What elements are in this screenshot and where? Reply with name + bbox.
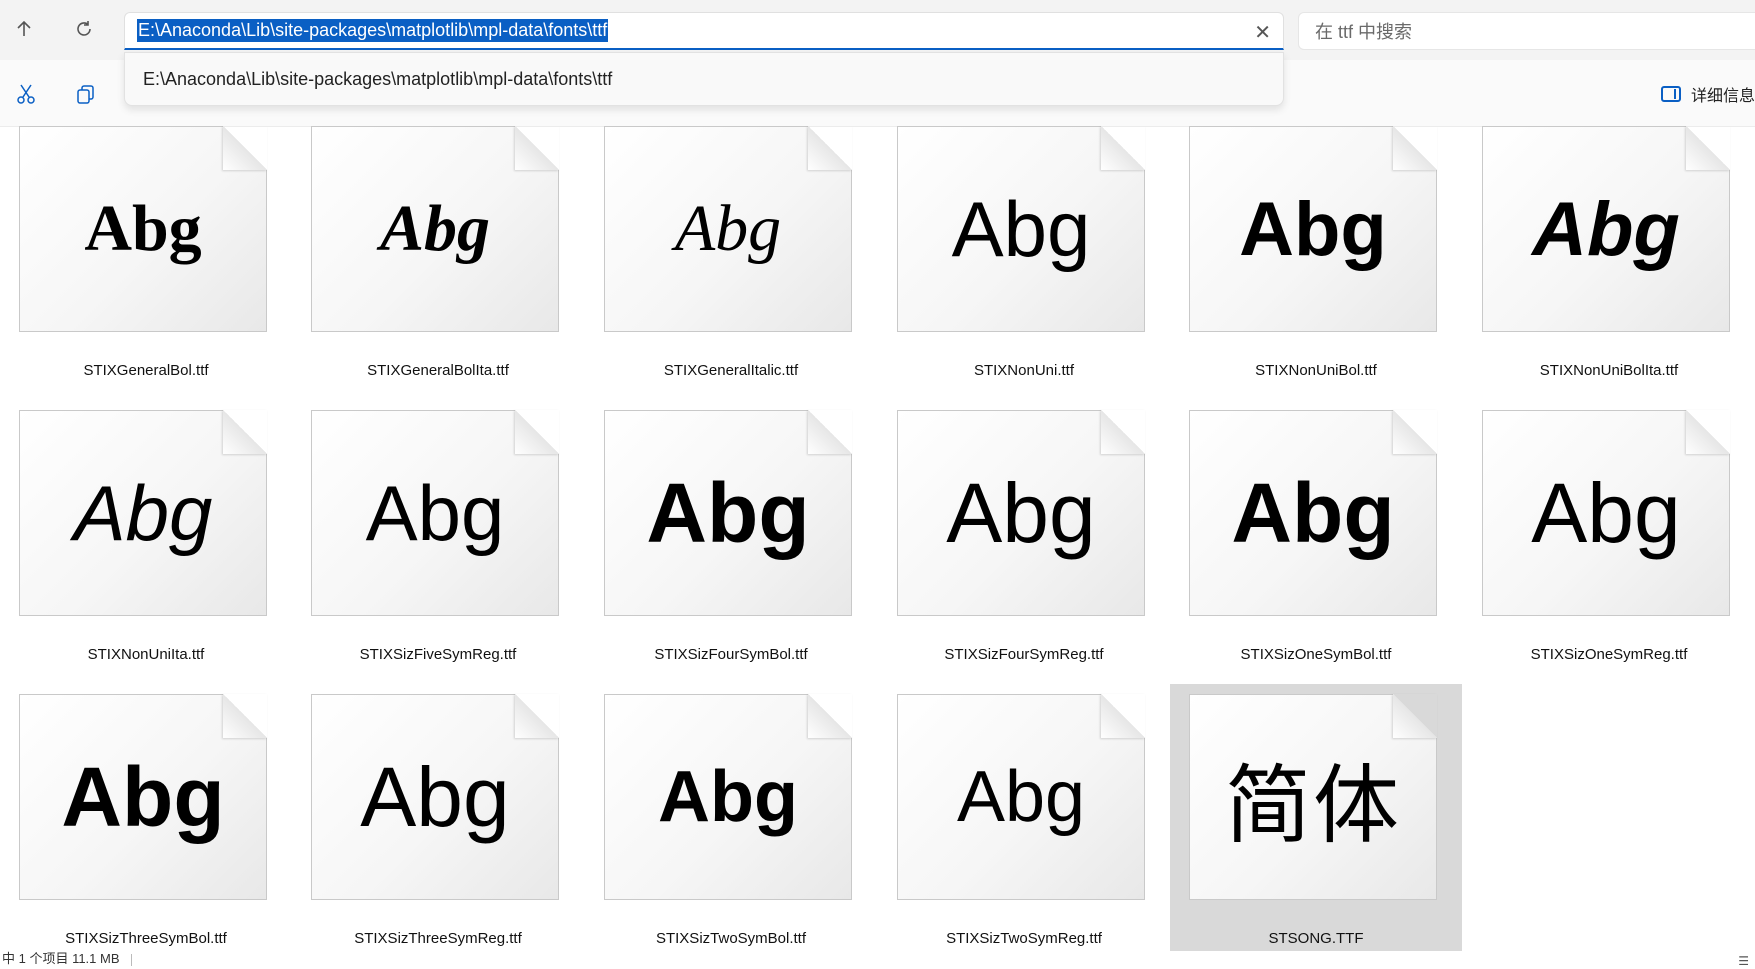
font-preview: Abg bbox=[646, 465, 810, 560]
font-preview: Abg bbox=[1531, 465, 1681, 560]
address-bar[interactable]: E:\Anaconda\Lib\site-packages\matplotlib… bbox=[124, 12, 1284, 50]
file-item[interactable]: 简体 STSONG.TTF bbox=[1170, 684, 1462, 951]
address-suggestion[interactable]: E:\Anaconda\Lib\site-packages\matplotlib… bbox=[124, 52, 1284, 106]
font-preview: Abg bbox=[360, 749, 510, 844]
file-name: STIXGeneralBol.ttf bbox=[83, 362, 209, 379]
file-grid: Abg STIXGeneralBol.ttf Abg STIXGeneralBolIt… bbox=[0, 126, 1755, 951]
address-area: E:\Anaconda\Lib\site-packages\matplotlib… bbox=[0, 0, 1755, 60]
close-icon[interactable]: ✕ bbox=[1254, 20, 1271, 45]
file-name: STIXSizTwoSymBol.ttf bbox=[655, 930, 807, 947]
font-preview: Abg bbox=[365, 468, 505, 557]
search-input[interactable]: 在 ttf 中搜索 bbox=[1298, 12, 1755, 50]
suggestion-text: E:\Anaconda\Lib\site-packages\matplotlib… bbox=[143, 68, 613, 89]
details-button[interactable]: 详细信息 bbox=[1660, 82, 1755, 106]
copy-icon bbox=[75, 83, 97, 110]
file-item[interactable]: Abg STIXGeneralItalic.ttf bbox=[585, 126, 877, 400]
file-name: STIXNonUniIta.ttf bbox=[87, 646, 205, 663]
file-item[interactable]: Abg STIXNonUniBol.ttf bbox=[1170, 126, 1462, 400]
font-preview: Abg bbox=[1239, 186, 1387, 272]
file-item[interactable]: Abg STIXSizThreeSymBol.ttf bbox=[0, 684, 292, 951]
font-preview: Abg bbox=[956, 757, 1086, 837]
file-item[interactable]: Abg STIXSizFourSymBol.ttf bbox=[585, 400, 877, 684]
arrow-up-icon bbox=[15, 20, 33, 44]
file-name: STIXSizOneSymBol.ttf bbox=[1240, 646, 1392, 663]
font-preview: 简体 bbox=[1225, 755, 1401, 856]
file-item[interactable]: Abg STIXGeneralBol.ttf bbox=[0, 126, 292, 400]
file-item[interactable]: Abg STIXSizThreeSymReg.ttf bbox=[292, 684, 584, 951]
status-selection: 中 1 个项目 11.1 MB bbox=[2, 951, 120, 966]
file-name: STIXSizFourSymReg.ttf bbox=[944, 646, 1104, 663]
file-name: STIXNonUniBol.ttf bbox=[1255, 362, 1377, 379]
file-name: STSONG.TTF bbox=[1268, 930, 1364, 947]
details-label: 详细信息 bbox=[1690, 88, 1755, 105]
font-preview: Abg bbox=[658, 757, 798, 837]
file-item[interactable]: Abg STIXNonUniIta.ttf bbox=[0, 400, 292, 684]
refresh-button[interactable] bbox=[66, 14, 102, 50]
font-preview: Abg bbox=[61, 749, 225, 844]
file-item[interactable]: Abg STIXGeneralBolIta.ttf bbox=[292, 126, 584, 400]
details-pane-icon bbox=[1660, 86, 1681, 102]
font-preview: Abg bbox=[84, 192, 202, 265]
file-name: STIXSizThreeSymBol.ttf bbox=[65, 930, 227, 947]
file-item[interactable]: Abg STIXNonUni.ttf bbox=[878, 126, 1170, 400]
font-preview: Abg bbox=[379, 192, 491, 265]
cut-button[interactable] bbox=[12, 82, 40, 110]
file-name: STIXNonUniBolIta.ttf bbox=[1539, 362, 1679, 379]
font-preview: Abg bbox=[1231, 465, 1395, 560]
font-preview: Abg bbox=[951, 184, 1091, 273]
file-name: STIXSizFiveSymReg.ttf bbox=[359, 646, 517, 663]
file-name: STIXGeneralItalic.ttf bbox=[663, 362, 799, 379]
scissors-icon bbox=[15, 83, 37, 110]
search-placeholder: 在 ttf 中搜索 bbox=[1315, 22, 1413, 42]
file-name: STIXNonUni.ttf bbox=[973, 362, 1075, 379]
font-preview: Abg bbox=[1532, 186, 1680, 272]
file-name: STIXSizTwoSymReg.ttf bbox=[946, 930, 1102, 947]
file-item[interactable]: Abg STIXSizTwoSymBol.ttf bbox=[585, 684, 877, 951]
file-name: STIXGeneralBolIta.ttf bbox=[367, 362, 509, 379]
refresh-icon bbox=[75, 20, 93, 44]
up-button[interactable] bbox=[6, 14, 42, 50]
file-item[interactable]: Abg STIXSizOneSymReg.ttf bbox=[1463, 400, 1755, 684]
font-preview: Abg bbox=[674, 192, 782, 265]
font-preview: Abg bbox=[73, 468, 213, 557]
file-name: STIXSizFourSymBol.ttf bbox=[654, 646, 808, 663]
font-preview: Abg bbox=[946, 465, 1096, 560]
file-item[interactable]: Abg STIXSizTwoSymReg.ttf bbox=[878, 684, 1170, 951]
file-item[interactable]: Abg STIXNonUniBolIta.ttf bbox=[1463, 126, 1755, 400]
file-name: STIXSizThreeSymReg.ttf bbox=[354, 930, 522, 947]
file-item[interactable]: Abg STIXSizFiveSymReg.ttf bbox=[292, 400, 584, 684]
file-name: STIXSizOneSymReg.ttf bbox=[1530, 646, 1688, 663]
address-path[interactable]: E:\Anaconda\Lib\site-packages\matplotlib… bbox=[137, 19, 609, 42]
copy-button[interactable] bbox=[72, 82, 100, 110]
file-item[interactable]: Abg STIXSizFourSymReg.ttf bbox=[878, 400, 1170, 684]
file-item[interactable]: Abg STIXSizOneSymBol.ttf bbox=[1170, 400, 1462, 684]
status-bar: 中 1 个项目 11.1 MB ☰ bbox=[0, 951, 1755, 968]
status-divider bbox=[131, 953, 133, 966]
